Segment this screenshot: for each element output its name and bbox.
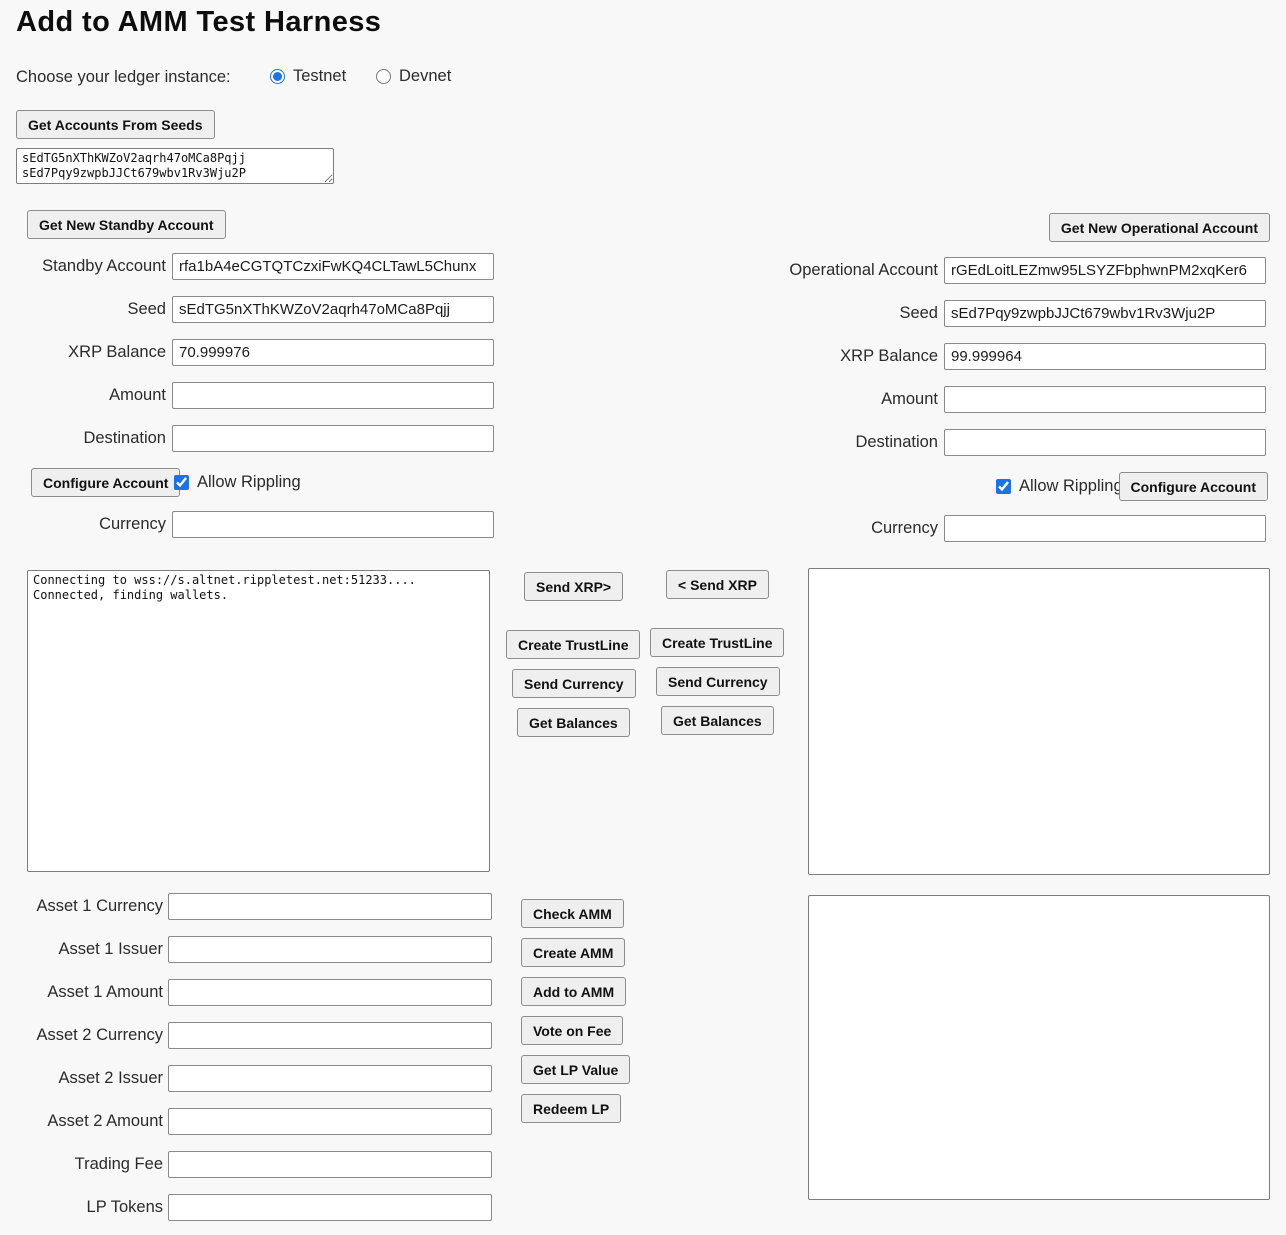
operational-allow-rippling-option[interactable]: Allow Rippling	[996, 477, 1123, 496]
add-to-amm-button[interactable]: Add to AMM	[521, 977, 626, 1006]
operational-destination-input[interactable]	[944, 429, 1266, 456]
standby-results-output[interactable]: Connecting to wss://s.altnet.rippletest.…	[27, 570, 490, 872]
standby-account-label: Standby Account	[0, 253, 166, 280]
amm-results-output[interactable]	[808, 895, 1270, 1200]
devnet-radio-label: Devnet	[399, 67, 451, 86]
operational-allow-rippling-label: Allow Rippling	[1019, 477, 1123, 496]
trading-fee-input[interactable]	[168, 1151, 492, 1178]
vote-on-fee-button[interactable]: Vote on Fee	[521, 1016, 623, 1045]
operational-xrp-balance-input[interactable]	[944, 343, 1266, 370]
operational-send-xrp-button[interactable]: < Send XRP	[666, 570, 769, 599]
standby-send-currency-button[interactable]: Send Currency	[512, 669, 636, 698]
operational-results-output[interactable]	[808, 568, 1270, 875]
operational-create-trustline-button[interactable]: Create TrustLine	[650, 628, 784, 657]
standby-allow-rippling-label: Allow Rippling	[197, 473, 301, 492]
operational-currency-input[interactable]	[944, 515, 1266, 542]
asset2-issuer-input[interactable]	[168, 1065, 492, 1092]
standby-send-xrp-button[interactable]: Send XRP>	[524, 572, 623, 601]
operational-xrp-balance-label: XRP Balance	[700, 343, 938, 370]
standby-get-balances-button[interactable]: Get Balances	[517, 708, 630, 737]
create-amm-button[interactable]: Create AMM	[521, 938, 625, 967]
testnet-radio-label: Testnet	[293, 67, 346, 86]
standby-amount-label: Amount	[0, 382, 166, 409]
operational-amount-input[interactable]	[944, 386, 1266, 413]
trading-fee-label: Trading Fee	[0, 1151, 163, 1178]
get-new-standby-account-button[interactable]: Get New Standby Account	[27, 210, 226, 239]
standby-currency-label: Currency	[0, 511, 166, 538]
asset1-amount-input[interactable]	[168, 979, 492, 1006]
get-lp-value-button[interactable]: Get LP Value	[521, 1055, 630, 1084]
devnet-radio[interactable]	[376, 69, 391, 84]
asset1-issuer-label: Asset 1 Issuer	[0, 936, 163, 963]
standby-allow-rippling-checkbox[interactable]	[174, 475, 189, 490]
asset2-amount-input[interactable]	[168, 1108, 492, 1135]
operational-configure-account-button[interactable]: Configure Account	[1119, 472, 1268, 501]
asset1-amount-label: Asset 1 Amount	[0, 979, 163, 1006]
check-amm-button[interactable]: Check AMM	[521, 899, 624, 928]
asset1-issuer-input[interactable]	[168, 936, 492, 963]
redeem-lp-button[interactable]: Redeem LP	[521, 1094, 621, 1123]
standby-create-trustline-button[interactable]: Create TrustLine	[506, 630, 640, 659]
standby-account-input[interactable]	[172, 253, 494, 280]
radio-option-devnet[interactable]: Devnet	[376, 67, 451, 86]
operational-seed-label: Seed	[700, 300, 938, 327]
asset2-currency-input[interactable]	[168, 1022, 492, 1049]
standby-seed-input[interactable]	[172, 296, 494, 323]
standby-allow-rippling-option[interactable]: Allow Rippling	[174, 473, 301, 492]
standby-configure-account-button[interactable]: Configure Account	[31, 468, 180, 497]
operational-send-currency-button[interactable]: Send Currency	[656, 667, 780, 696]
testnet-radio[interactable]	[270, 69, 285, 84]
lp-tokens-label: LP Tokens	[0, 1194, 163, 1221]
operational-get-balances-button[interactable]: Get Balances	[661, 706, 774, 735]
operational-seed-input[interactable]	[944, 300, 1266, 327]
standby-destination-label: Destination	[0, 425, 166, 452]
standby-xrp-balance-label: XRP Balance	[0, 339, 166, 366]
operational-destination-label: Destination	[700, 429, 938, 456]
lp-tokens-input[interactable]	[168, 1194, 492, 1221]
operational-account-label: Operational Account	[700, 257, 938, 284]
amm-test-harness-page: Add to AMM Test Harness Choose your ledg…	[0, 0, 1286, 1235]
radio-option-testnet[interactable]: Testnet	[270, 67, 346, 86]
operational-allow-rippling-checkbox[interactable]	[996, 479, 1011, 494]
standby-xrp-balance-input[interactable]	[172, 339, 494, 366]
operational-currency-label: Currency	[700, 515, 938, 542]
get-new-operational-account-button[interactable]: Get New Operational Account	[1049, 213, 1270, 242]
asset2-issuer-label: Asset 2 Issuer	[0, 1065, 163, 1092]
seeds-textarea[interactable]: sEdTG5nXThKWZoV2aqrh47oMCa8Pqjj sEd7Pqy9…	[16, 148, 334, 184]
operational-amount-label: Amount	[700, 386, 938, 413]
ledger-instance-label: Choose your ledger instance:	[16, 68, 231, 87]
asset2-currency-label: Asset 2 Currency	[0, 1022, 163, 1049]
asset2-amount-label: Asset 2 Amount	[0, 1108, 163, 1135]
get-accounts-from-seeds-button[interactable]: Get Accounts From Seeds	[16, 110, 215, 139]
asset1-currency-input[interactable]	[168, 893, 492, 920]
asset1-currency-label: Asset 1 Currency	[0, 893, 163, 920]
operational-account-input[interactable]	[944, 257, 1266, 284]
standby-seed-label: Seed	[0, 296, 166, 323]
standby-currency-input[interactable]	[172, 511, 494, 538]
standby-amount-input[interactable]	[172, 382, 494, 409]
standby-destination-input[interactable]	[172, 425, 494, 452]
page-title: Add to AMM Test Harness	[16, 6, 381, 39]
